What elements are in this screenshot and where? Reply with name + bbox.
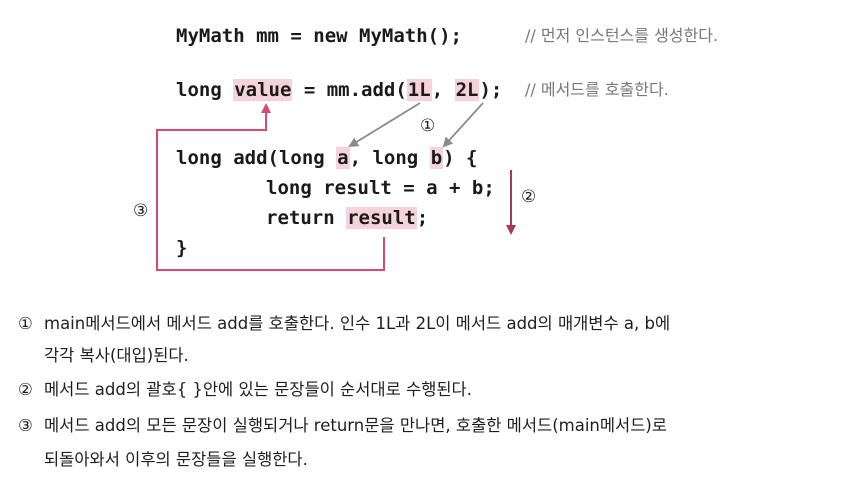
description-1-text: main메서드에서 메서드 add를 호출한다. 인수 1L과 2L이 메서드 … bbox=[44, 314, 671, 333]
description-3: ③ 메서드 add의 모든 문장이 실행되거나 return문을 만나면, 호출한… bbox=[18, 414, 667, 438]
description-1-number: ① bbox=[18, 314, 33, 333]
arg-1L-to-a-arrow bbox=[348, 102, 421, 148]
description-3-number: ③ bbox=[18, 416, 33, 435]
description-3-continued: 되돌아와서 이후의 문장들을 실행한다. bbox=[44, 450, 308, 469]
arg-2L-to-b-arrow bbox=[442, 102, 484, 148]
description-2-text: 메서드 add의 괄호{ }안에 있는 문장들이 순서대로 수행된다. bbox=[44, 380, 472, 399]
description-1-continued: 각각 복사(대입)된다. bbox=[44, 346, 189, 365]
description-2: ② 메서드 add의 괄호{ }안에 있는 문장들이 순서대로 수행된다. bbox=[18, 378, 472, 402]
return-arrow bbox=[156, 103, 385, 271]
description-2-number: ② bbox=[18, 380, 33, 399]
description-1: ① main메서드에서 메서드 add를 호출한다. 인수 1L과 2L이 메서드… bbox=[18, 312, 670, 336]
description-3-text: 메서드 add의 모든 문장이 실행되거나 return문을 만나면, 호출한 … bbox=[44, 416, 668, 435]
